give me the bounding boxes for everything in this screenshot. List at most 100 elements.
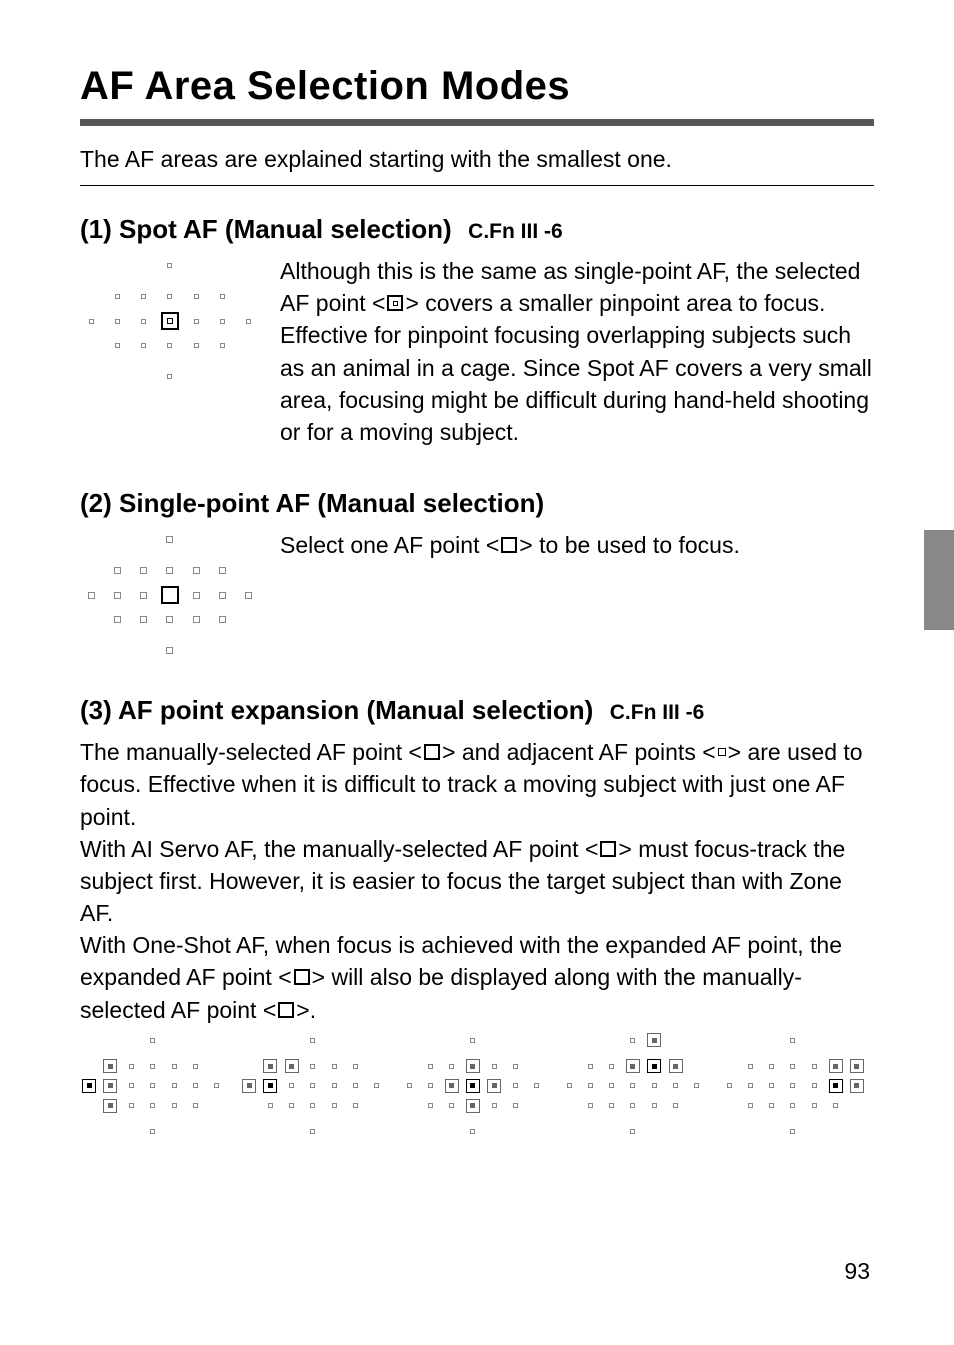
af-cell [666,1097,684,1114]
af-cell [106,255,128,276]
af-point-icon [193,1064,198,1069]
af-cell [666,1058,684,1075]
af-cell [624,1097,642,1114]
af-point-icon [630,1083,635,1088]
t: With AI Servo AF, the manually-selected … [80,836,598,862]
af-adjacent-point-icon [626,1059,640,1073]
intro-text: The AF areas are explained starting with… [80,144,874,175]
af-selected-point-icon [829,1079,843,1093]
af-adjacent-point-icon [103,1079,117,1093]
heading-single: (2) Single-point AF (Manual selection) [80,488,544,518]
af-cell [741,1097,759,1114]
diagram-single [80,529,280,655]
af-cell [185,335,207,356]
af-point-icon [513,1064,518,1069]
af-point-icon [609,1103,614,1108]
af-cell [528,1123,546,1140]
af-cell [560,1123,578,1140]
af-adjacent-point-icon [242,1079,256,1093]
af-cell [560,1032,578,1049]
af-cell [283,1058,301,1075]
af-cell [80,610,102,631]
af-cell [826,1058,844,1075]
desc-single: Select one AF point <> to be used to foc… [280,529,874,561]
section-head: (3) AF point expansion (Manual selection… [80,695,874,726]
af-cell [848,1123,866,1140]
af-cell [368,1097,386,1114]
af-point-icon [470,1129,475,1134]
af-point-icon [428,1103,433,1108]
t: > and adjacent AF points < [442,739,716,765]
af-cell [421,1032,439,1049]
af-cell [443,1032,461,1049]
af-point-icon [812,1064,817,1069]
cfn-badge: C.Fn III -6 [610,701,705,724]
diagram-expansion-variant [720,1038,866,1134]
af-cell [208,1058,226,1075]
af-cell [238,255,260,276]
af-cell [304,1077,322,1094]
af-cell [123,1077,141,1094]
af-cell [826,1123,844,1140]
af-cell [106,286,128,307]
af-point-icon [88,592,95,599]
af-point-icon [193,1103,198,1108]
af-cell [185,311,207,332]
row: Although this is the same as single-poin… [80,255,874,448]
af-point-icon [115,319,120,324]
af-cell [211,286,233,307]
af-cell [211,311,233,332]
af-cell [165,1097,183,1114]
af-cell [485,1077,503,1094]
af-point-icon [129,1103,134,1108]
af-adjacent-point-icon [466,1059,480,1073]
section-expansion: (3) AF point expansion (Manual selection… [80,695,874,1134]
af-point-icon [353,1064,358,1069]
af-cell [506,1032,524,1049]
af-cell [80,335,102,356]
af-point-icon [129,1064,134,1069]
af-point-icon [140,567,147,574]
af-point-icon [167,294,172,299]
af-adjacent-point-icon [718,748,726,756]
af-cell [240,1123,258,1140]
af-cell [133,311,155,332]
af-cell [159,366,181,387]
af-point-icon [310,1038,315,1043]
af-point-icon [407,1083,412,1088]
af-cell [240,1077,258,1094]
af-cell [603,1058,621,1075]
af-point-icon [790,1129,795,1134]
af-cell [763,1077,781,1094]
af-cell [159,286,181,307]
af-cell [688,1097,706,1114]
af-cell [101,1077,119,1094]
af-cell [688,1058,706,1075]
af-cell [159,529,181,550]
af-point-icon [630,1129,635,1134]
af-cell [101,1097,119,1114]
af-cell [720,1077,738,1094]
af-cell [106,640,128,661]
af-point-icon [332,1083,337,1088]
af-cell [624,1058,642,1075]
af-cell [485,1123,503,1140]
heading-expansion: (3) AF point expansion (Manual selection… [80,695,593,725]
af-point-icon [114,567,121,574]
af-point-icon [310,1103,315,1108]
af-point-icon [141,294,146,299]
diagram-expansion-variant [560,1038,706,1134]
af-cell [368,1058,386,1075]
af-cell [106,585,128,606]
af-cell [211,640,233,661]
af-cell [421,1077,439,1094]
desc-spot: Although this is the same as single-poin… [280,255,874,448]
af-cell [528,1032,546,1049]
af-cell [238,610,260,631]
af-cell [80,311,102,332]
af-selected-point-icon [466,1079,480,1093]
af-cell [211,255,233,276]
af-point-icon [219,616,226,623]
af-cell [106,311,128,332]
af-cell [741,1058,759,1075]
